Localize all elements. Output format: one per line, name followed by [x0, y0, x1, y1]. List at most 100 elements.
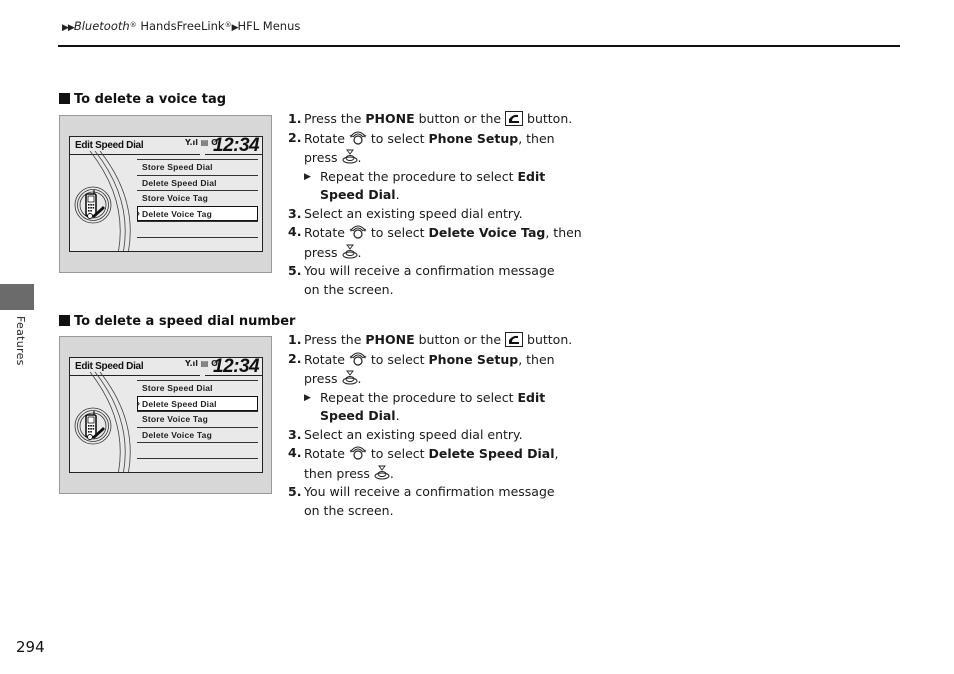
menu-list: Store Speed Dial Delete Speed Dial Store…: [137, 380, 258, 460]
registered-mark: ®: [129, 21, 137, 29]
breadcrumb-bluetooth[interactable]: Bluetooth: [74, 19, 130, 33]
step-bold: Delete Voice Tag: [428, 225, 546, 240]
step-text: button.: [523, 111, 573, 126]
step-number: 3.: [288, 426, 302, 442]
interface-dial-rotate-icon: [349, 446, 367, 460]
step-text: You will receive a confirmation message …: [304, 263, 555, 297]
interface-dial-press-icon: [342, 244, 357, 258]
interface-dial-press-icon: [342, 149, 357, 164]
step-text: Press the: [304, 111, 366, 126]
step-number: 5.: [288, 263, 302, 278]
step-text: button or the: [414, 111, 506, 126]
step-text: Rotate: [304, 351, 349, 367]
step-3: 3. Select an existing speed dial entry.: [288, 426, 588, 445]
step-bold: Delete Speed Dial: [428, 446, 555, 461]
menu-item-store-speed-dial[interactable]: Store Speed Dial: [137, 159, 258, 175]
lcd-display: Edit Speed Dial Y.ıl ▤ ʘ 12:34 Store Spe…: [69, 357, 263, 473]
triangle-right-icon: ▶: [304, 171, 311, 182]
step-text: Rotate: [304, 225, 349, 240]
substep-note: ▶ Repeat the procedure to select Edit Spe…: [288, 389, 588, 426]
interface-dial-press-icon: [374, 465, 390, 479]
step-5: 5. You will receive a confirmation messag…: [288, 483, 574, 520]
triangle-right-icon: ▶▶: [62, 23, 75, 33]
menu-item-store-voice-tag[interactable]: Store Voice Tag: [137, 190, 258, 206]
menu-item-store-voice-tag[interactable]: Store Voice Tag: [137, 411, 258, 427]
step-1: 1. Press the PHONE button or the button.: [288, 110, 588, 129]
step-number: 4.: [288, 445, 302, 460]
page-number: 294: [16, 638, 45, 656]
step-text: button or the: [414, 332, 506, 347]
side-chapter-tab[interactable]: [0, 284, 34, 310]
interface-dial-rotate-icon: [349, 352, 367, 366]
step-text: Rotate: [304, 446, 349, 461]
lcd-divider: [205, 375, 262, 376]
step-number: 2.: [288, 350, 302, 366]
step-number: 1.: [288, 111, 302, 126]
step-text: Rotate: [304, 130, 349, 146]
step-bold: PHONE: [365, 111, 415, 126]
breadcrumb-hfl-menus[interactable]: HFL Menus: [237, 19, 300, 33]
step-2: 2. Rotate to select Phone Setup, then pre…: [288, 129, 588, 168]
triangle-right-icon: ▶: [304, 392, 311, 403]
step-text: to select: [366, 351, 429, 367]
step-text: Repeat the procedure to select: [320, 389, 518, 405]
phone-button-icon: [505, 111, 524, 126]
steps-list: 1. Press the PHONE button or the button. …: [288, 331, 588, 520]
phone-settings-icon: [74, 186, 112, 224]
step-text: to select: [366, 446, 429, 461]
menu-item-delete-speed-dial[interactable]: Delete Speed Dial: [137, 174, 258, 191]
screen-illustration: Edit Speed Dial Y.ıl ▤ ʘ 12:34 Store Spe…: [59, 336, 272, 494]
step-text: You will receive a confirmation message …: [304, 484, 555, 518]
square-bullet-icon: [59, 93, 70, 104]
step-4: 4. Rotate to select Delete Speed Dial, th…: [288, 444, 588, 483]
heading-text: To delete a voice tag: [74, 92, 227, 107]
interface-dial-rotate-icon: [349, 225, 367, 239]
step-text: .: [395, 408, 400, 423]
section-heading-delete-speed-dial: To delete a speed dial number: [59, 314, 295, 329]
header-divider: [58, 45, 900, 47]
step-text: .: [357, 244, 362, 260]
menu-item-delete-voice-tag[interactable]: Delete Voice Tag: [137, 426, 258, 443]
menu-item-delete-voice-tag[interactable]: Delete Voice Tag: [137, 205, 258, 221]
step-number: 5.: [288, 484, 302, 499]
square-bullet-icon: [59, 315, 70, 326]
step-text: to select: [366, 130, 429, 146]
menu-item-store-speed-dial[interactable]: Store Speed Dial: [137, 380, 258, 396]
step-text: .: [395, 187, 400, 202]
step-text: to select: [366, 225, 429, 240]
lcd-divider: [205, 154, 262, 155]
breadcrumb-handsfreelink[interactable]: HandsFreeLink: [137, 19, 224, 33]
phone-settings-icon: [74, 407, 112, 445]
menu-item-delete-speed-dial[interactable]: Delete Speed Dial: [137, 395, 258, 411]
step-2: 2. Rotate to select Phone Setup, then pre…: [288, 350, 588, 389]
step-5: 5. You will receive a confirmation messag…: [288, 262, 574, 299]
step-1: 1. Press the PHONE button or the button.: [288, 331, 588, 350]
menu-list: Store Speed Dial Delete Speed Dial Store…: [137, 159, 258, 239]
phone-button-icon: [505, 332, 524, 347]
menu-divider: [137, 236, 258, 239]
substep-note: ▶ Repeat the procedure to select Edit Spe…: [288, 168, 588, 205]
steps-list: 1. Press the PHONE button or the button. …: [288, 110, 588, 299]
step-text: .: [389, 465, 394, 481]
menu-divider: [137, 457, 258, 460]
lcd-display: Edit Speed Dial Y.ıl ▤ ʘ 12:34 Store Spe…: [69, 136, 263, 252]
step-text: Select an existing speed dial entry.: [304, 205, 523, 221]
screen-illustration: Edit Speed Dial Y.ıl ▤ ʘ 12:34 Store Spe…: [59, 115, 272, 273]
lcd-title: Edit Speed Dial: [75, 140, 144, 151]
step-text: Select an existing speed dial entry.: [304, 426, 523, 442]
interface-dial-press-icon: [342, 370, 357, 385]
menu-item-empty[interactable]: [137, 221, 258, 237]
step-bold: Phone Setup: [428, 130, 519, 146]
step-number: 1.: [288, 332, 302, 347]
step-3: 3. Select an existing speed dial entry.: [288, 205, 588, 224]
step-text: button.: [523, 332, 573, 347]
interface-dial-rotate-icon: [349, 131, 367, 145]
breadcrumb: ▶▶Bluetooth® HandsFreeLink®▶HFL Menus: [62, 19, 300, 33]
heading-text: To delete a speed dial number: [74, 314, 296, 329]
step-number: 2.: [288, 129, 302, 145]
side-chapter-label: Features: [14, 316, 27, 366]
menu-item-empty[interactable]: [137, 442, 258, 458]
step-text: .: [357, 371, 362, 386]
registered-mark: ®: [224, 21, 232, 29]
lcd-title: Edit Speed Dial: [75, 361, 144, 372]
